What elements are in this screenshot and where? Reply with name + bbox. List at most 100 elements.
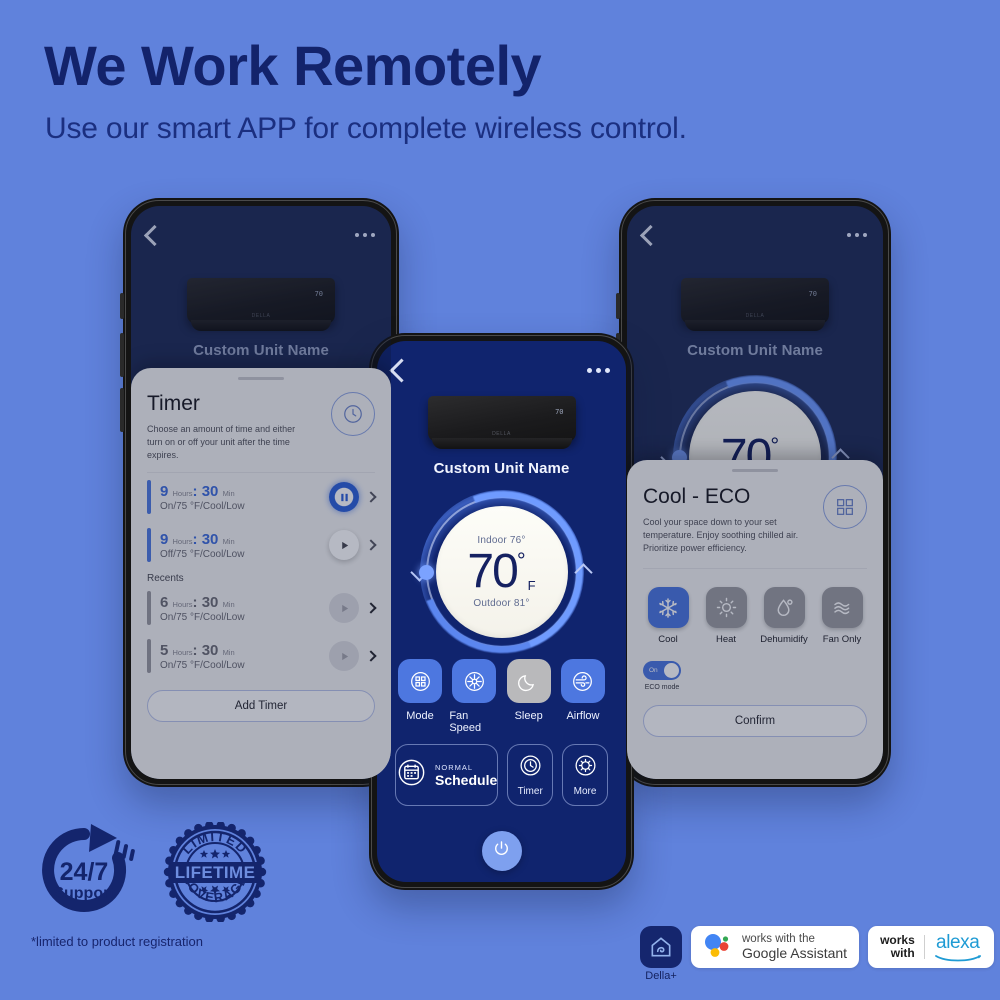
chevron-right-icon[interactable] xyxy=(365,650,377,662)
more-label: More xyxy=(573,786,597,797)
alexa-line2: with xyxy=(890,946,915,960)
ac-brand-mark: DELLA xyxy=(492,431,511,437)
chevron-left-icon[interactable] xyxy=(389,357,414,383)
mode-option-fan-only[interactable]: Fan Only xyxy=(817,587,867,645)
timer-detail: On/75 °F/Cool/Low xyxy=(160,500,245,512)
mode-option-cool[interactable]: Cool xyxy=(643,587,693,645)
timer-sep: : xyxy=(192,641,198,659)
timer-hours-unit: Hours xyxy=(172,488,193,498)
right-app-header xyxy=(627,220,883,250)
control-airflow[interactable]: Airflow xyxy=(558,659,608,734)
mode-sheet: Cool - ECO Cool your space down to your … xyxy=(627,460,883,779)
warranty-badge: LIMITED COVERAGE LIFETIME xyxy=(155,821,275,923)
add-timer-button[interactable]: Add Timer xyxy=(147,690,375,723)
dial-degree-symbol: ° xyxy=(516,548,526,573)
control-fan-speed[interactable]: Fan Speed xyxy=(449,659,499,734)
control-label: Mode xyxy=(406,710,434,722)
control-mode[interactable]: Mode xyxy=(395,659,445,734)
timer-button[interactable]: Timer xyxy=(507,744,554,806)
chevron-right-icon[interactable] xyxy=(365,539,377,551)
mode-description: Cool your space down to your set tempera… xyxy=(643,517,799,554)
timer-minutes-unit: Min xyxy=(222,647,235,657)
control-sleep[interactable]: Sleep xyxy=(504,659,554,734)
amazon-alexa-icon: alexa xyxy=(934,932,982,962)
fan-icon xyxy=(452,659,497,703)
timer-sep: : xyxy=(192,530,198,548)
google-line1: works with the xyxy=(742,932,815,945)
chevron-left-icon[interactable] xyxy=(639,224,662,246)
timer-sep: : xyxy=(192,482,198,500)
play-icon[interactable] xyxy=(329,641,359,672)
della-home-icon xyxy=(640,926,682,968)
alexa-wordmark: alexa xyxy=(936,932,980,953)
timer-hours-unit: Hours xyxy=(172,647,193,657)
play-icon[interactable] xyxy=(329,593,359,624)
timer-hours: 6 xyxy=(160,593,169,611)
moon-icon xyxy=(506,659,551,703)
pause-icon[interactable] xyxy=(329,482,359,513)
more-dots-icon[interactable] xyxy=(355,233,375,237)
airflow-icon xyxy=(560,659,605,703)
snowflake-icon xyxy=(647,587,689,629)
eco-mode-toggle[interactable]: On xyxy=(643,661,681,681)
mode-label: Fan Only xyxy=(822,634,862,646)
waves-icon xyxy=(821,587,863,629)
phone-right: 70 DELLA Custom Unit Name 70 ° F xyxy=(616,198,891,787)
chevron-right-icon[interactable] xyxy=(365,491,377,503)
confirm-button[interactable]: Confirm xyxy=(643,705,867,738)
sheet-grabber[interactable] xyxy=(732,469,778,472)
more-button[interactable]: More xyxy=(562,744,608,806)
timer-minutes: 30 xyxy=(201,482,219,500)
svg-text:LIFETIME: LIFETIME xyxy=(175,863,256,882)
more-dots-icon[interactable] xyxy=(847,233,867,237)
temperature-dial[interactable]: Indoor 76° 70 ° F Outdoor 81° xyxy=(394,465,609,679)
timer-minutes: 30 xyxy=(201,593,219,611)
table-row[interactable]: 5 Hours: 30 Min On/75 °F/Cool/Low xyxy=(147,632,377,680)
timer-label: Timer xyxy=(517,786,543,797)
schedule-eyebrow: NORMAL xyxy=(435,762,474,772)
mode-label: Heat xyxy=(715,634,737,646)
clock-icon xyxy=(331,392,375,436)
clock-icon xyxy=(518,753,543,783)
schedule-button[interactable]: NORMAL Schedule xyxy=(395,744,499,806)
google-assistant-icon xyxy=(703,932,733,963)
page-title: We Work Remotely xyxy=(44,34,542,97)
ac-display: 70 xyxy=(555,408,564,416)
eco-mode-caption: ECO mode xyxy=(644,684,680,692)
calendar-icon xyxy=(396,757,427,793)
outdoor-temp-label: Outdoor 81° xyxy=(473,598,530,609)
timer-sep: : xyxy=(192,593,198,611)
mode-option-dehumidify[interactable]: Dehumidify xyxy=(759,587,809,645)
table-row[interactable]: 6 Hours: 30 Min On/75 °F/Cool/Low xyxy=(147,584,377,632)
phone-center-screen: 70 DELLA Custom Unit Name Indoor 76° 70 … xyxy=(377,341,626,882)
chevron-left-icon[interactable] xyxy=(143,224,166,246)
timer-detail: On/75 °F/Cool/Low xyxy=(160,659,245,671)
more-dots-icon[interactable] xyxy=(587,367,610,373)
ac-unit-image: 70 DELLA xyxy=(681,278,829,331)
grid-icon xyxy=(398,659,442,703)
unit-name-label: Custom Unit Name xyxy=(433,460,570,477)
grid-icon xyxy=(823,485,867,529)
della-logo: Della+ xyxy=(640,926,682,982)
timer-minutes-unit: Min xyxy=(222,488,235,498)
chevron-right-icon[interactable] xyxy=(365,602,377,614)
table-row[interactable]: 9 Hours: 30 Min Off/75 °F/Cool/Low xyxy=(147,521,377,569)
page-subtitle: Use our smart APP for complete wireless … xyxy=(45,112,687,145)
sheet-grabber[interactable] xyxy=(238,377,284,380)
svg-text:24/7: 24/7 xyxy=(60,858,109,886)
control-label: Sleep xyxy=(514,710,543,722)
mode-option-heat[interactable]: Heat xyxy=(701,587,751,645)
ac-brand-mark: DELLA xyxy=(745,313,765,319)
phone-center: 70 DELLA Custom Unit Name Indoor 76° 70 … xyxy=(366,333,634,890)
play-icon[interactable] xyxy=(329,530,359,561)
center-app-header xyxy=(377,355,626,385)
google-line2: Google Assistant xyxy=(742,944,848,961)
timer-minutes: 30 xyxy=(201,641,219,659)
dial-temperature: 70 xyxy=(467,545,518,598)
table-row[interactable]: 9 Hours: 30 Min On/75 °F/Cool/Low xyxy=(147,473,377,521)
mode-title: Cool - ECO xyxy=(643,485,751,508)
power-button[interactable] xyxy=(481,831,522,871)
control-label: Airflow xyxy=(566,710,600,722)
timer-detail: On/75 °F/Cool/Low xyxy=(160,611,245,623)
recents-label: Recents xyxy=(147,573,184,585)
